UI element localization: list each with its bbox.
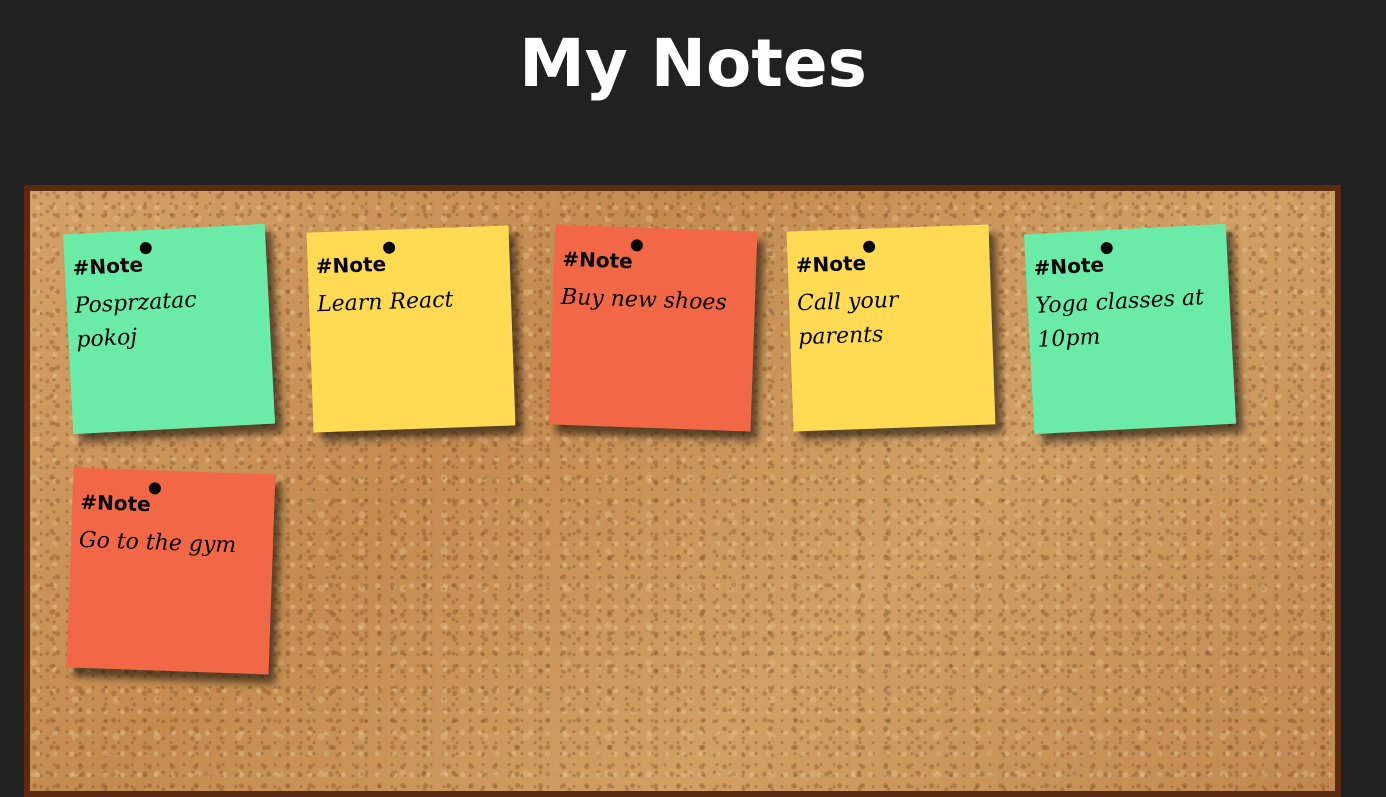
- note-tag: #Note: [72, 252, 144, 280]
- note-card[interactable]: #Note Go to the gym: [66, 467, 276, 675]
- note-tag: #Note: [561, 246, 634, 274]
- note-tag: #Note: [1033, 252, 1105, 280]
- note-tag: #Note: [795, 250, 867, 278]
- note-text: Yoga classes at 10pm: [1035, 285, 1205, 353]
- note-card[interactable]: #Note Yoga classes at 10pm: [1023, 223, 1237, 435]
- note-card[interactable]: #Note Call your parents: [786, 224, 996, 432]
- note-text: Go to the gym: [78, 527, 237, 559]
- note-card[interactable]: #Note Buy new shoes: [548, 224, 758, 432]
- note-text: Call your parents: [796, 287, 899, 351]
- note-text: Learn React: [316, 287, 454, 318]
- cork-board: #Note Posprzatac pokoj #Note Learn React…: [24, 185, 1341, 797]
- note-text: Buy new shoes: [560, 284, 728, 316]
- note-tag: #Note: [315, 251, 387, 279]
- page-title: My Notes: [519, 25, 867, 102]
- note-card[interactable]: #Note Learn React: [306, 225, 516, 433]
- note-text: Posprzatac pokoj: [74, 287, 198, 353]
- note-card[interactable]: #Note Posprzatac pokoj: [62, 223, 276, 435]
- note-tag: #Note: [79, 489, 152, 517]
